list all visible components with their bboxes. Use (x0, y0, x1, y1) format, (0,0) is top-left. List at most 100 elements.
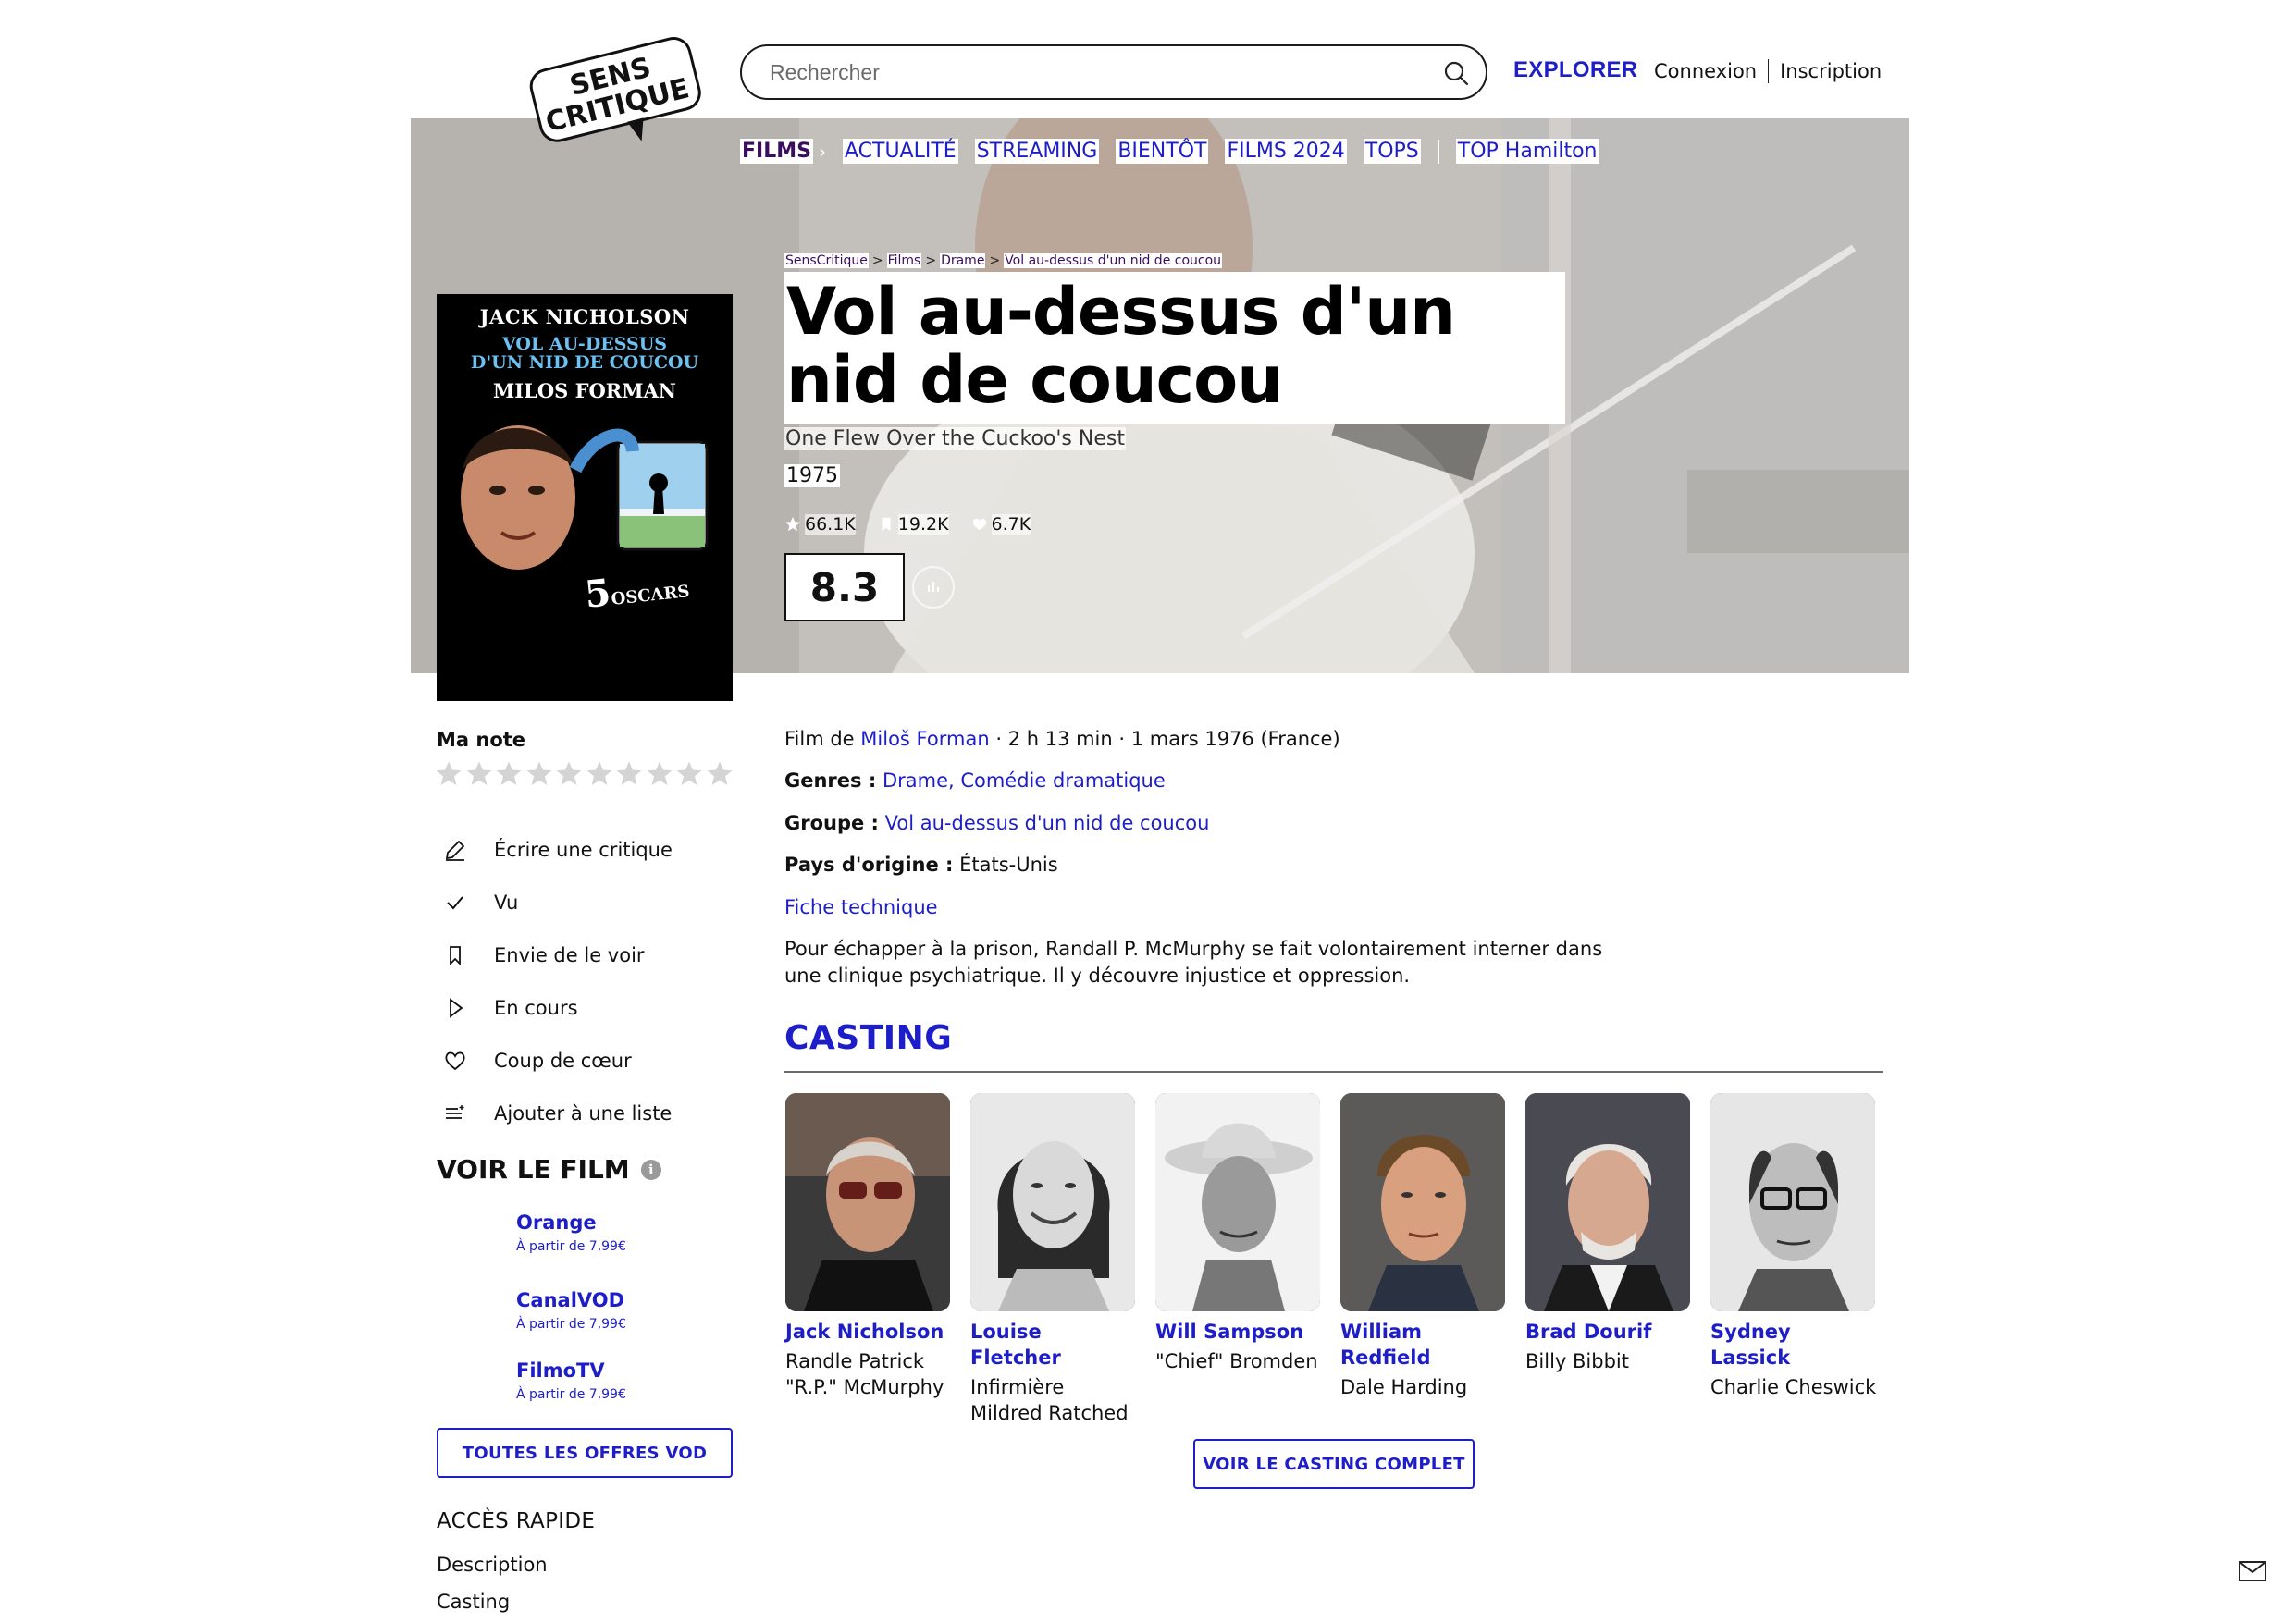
favorite-button[interactable]: Coup de cœur (442, 1034, 673, 1087)
all-vod-offers-button[interactable]: TOUTES LES OFFRES VOD (437, 1428, 733, 1478)
nav-item-streaming[interactable]: STREAMING (974, 139, 1100, 164)
tech-sheet-link[interactable]: Fiche technique (784, 896, 938, 918)
login-link[interactable]: Connexion (1654, 60, 1757, 82)
rating-distribution-button[interactable] (912, 566, 955, 609)
rating-star-icon[interactable] (675, 760, 703, 788)
rating-star-icon[interactable] (435, 760, 463, 788)
cast-photo[interactable] (1710, 1093, 1875, 1311)
page-title: Vol au-dessus d'un nid de coucou (786, 274, 1456, 418)
rating-star-icon[interactable] (465, 760, 493, 788)
quick-link-description[interactable]: Description (437, 1554, 548, 1576)
vod-name: FilmoTV (516, 1359, 605, 1382)
play-icon (442, 995, 468, 1021)
nav-item-actualite[interactable]: ACTUALITÉ (842, 139, 958, 164)
chevron-right-icon: › (818, 140, 826, 163)
cast-card[interactable]: Jack Nicholson Randle Patrick "R.P." McM… (785, 1093, 952, 1400)
info-icon[interactable]: i (640, 1159, 661, 1180)
cast-name[interactable]: Will Sampson (1155, 1319, 1322, 1345)
site-logo[interactable]: SENS CRITIQUE (518, 33, 712, 152)
stat-wishes: 19.2K (878, 514, 949, 535)
breadcrumb-item[interactable]: SensCritique (784, 253, 869, 268)
auth-links: Connexion Inscription (1654, 59, 1882, 83)
cast-role: Randle Patrick "R.P." McMurphy (785, 1350, 944, 1398)
cast-photo[interactable] (785, 1093, 950, 1311)
wishlist-button[interactable]: Envie de le voir (442, 928, 673, 981)
genres-links[interactable]: Drame, Comédie dramatique (883, 769, 1166, 792)
film-credits-line: Film de Miloš Forman · 2 h 13 min · 1 ma… (784, 728, 1340, 750)
original-title: One Flew Over the Cuckoo's Nest (784, 427, 1126, 450)
action-label: Ajouter à une liste (494, 1101, 673, 1125)
breadcrumb-item[interactable]: Drame (940, 253, 986, 268)
nav-item-top-hamilton[interactable]: TOP Hamilton (1455, 139, 1599, 164)
average-score[interactable]: 8.3 (784, 553, 905, 621)
vod-offer-orange[interactable]: Orange À partir de 7,99€ (516, 1211, 626, 1254)
cast-name[interactable]: Brad Dourif (1525, 1319, 1692, 1345)
rating-star-icon[interactable] (706, 760, 734, 788)
see-full-cast-button[interactable]: VOIR LE CASTING COMPLET (1193, 1439, 1475, 1489)
genres-line: Genres : Drame, Comédie dramatique (784, 769, 1166, 792)
stat-ratings-count: 66.1K (805, 514, 856, 535)
action-label: Écrire une critique (494, 838, 673, 861)
film-stats: 66.1K 19.2K 6.7K (784, 514, 1053, 535)
cast-name[interactable]: William Redfield (1340, 1319, 1507, 1371)
in-progress-button[interactable]: En cours (442, 981, 673, 1034)
nav-item-tops[interactable]: TOPS (1363, 139, 1421, 164)
nav-item-films-2024[interactable]: FILMS 2024 (1225, 139, 1347, 164)
search-bar[interactable] (740, 44, 1487, 100)
auth-separator (1768, 59, 1770, 83)
star-icon (784, 516, 801, 532)
mail-icon[interactable] (2239, 1561, 2266, 1581)
cast-role: Billy Bibbit (1525, 1350, 1629, 1372)
search-input[interactable] (770, 59, 1417, 85)
nav-item-films[interactable]: FILMS (740, 139, 813, 164)
stat-wishes-count: 19.2K (897, 514, 949, 535)
cast-photo[interactable] (1340, 1093, 1505, 1311)
quick-link-casting[interactable]: Casting (437, 1591, 510, 1613)
rating-star-icon[interactable] (646, 760, 673, 788)
bar-chart-icon (928, 582, 939, 592)
cast-photo[interactable] (970, 1093, 1135, 1311)
add-to-list-button[interactable]: Ajouter à une liste (442, 1087, 673, 1139)
breadcrumb: SensCritique > Films > Drame > Vol au-de… (784, 253, 1223, 268)
cast-name[interactable]: Louise Fletcher (970, 1319, 1137, 1371)
cast-card[interactable]: Brad Dourif Billy Bibbit (1525, 1093, 1692, 1374)
group-link[interactable]: Vol au-dessus d'un nid de coucou (885, 812, 1210, 834)
poster-actor: JACK NICHOLSON (479, 305, 690, 328)
my-rating-stars[interactable] (435, 760, 735, 788)
vod-price: À partir de 7,99€ (516, 1317, 626, 1332)
cast-name[interactable]: Jack Nicholson (785, 1319, 952, 1345)
action-label: Coup de cœur (494, 1049, 632, 1072)
cast-card[interactable]: William Redfield Dale Harding (1340, 1093, 1507, 1400)
film-poster[interactable]: JACK NICHOLSON VOL AU-DESSUS D'UN NID DE… (437, 294, 733, 701)
cast-photo[interactable] (1525, 1093, 1690, 1311)
rating-star-icon[interactable] (586, 760, 613, 788)
vod-offer-canalvod[interactable]: CanalVOD À partir de 7,99€ (516, 1289, 626, 1332)
stat-favorites: 6.7K (971, 514, 1031, 535)
cast-card[interactable]: Will Sampson "Chief" Bromden (1155, 1093, 1322, 1374)
explore-link[interactable]: EXPLORER (1513, 57, 1637, 83)
director-link[interactable]: Miloš Forman (860, 728, 989, 750)
breadcrumb-item[interactable]: Films (886, 253, 922, 268)
rating-star-icon[interactable] (555, 760, 583, 788)
write-review-button[interactable]: Écrire une critique (442, 823, 673, 876)
vod-offer-filmotv[interactable]: FilmoTV À partir de 7,99€ (516, 1359, 626, 1402)
cast-card[interactable]: Louise Fletcher Infirmière Mildred Ratch… (970, 1093, 1137, 1426)
nav-item-bientot[interactable]: BIENTÔT (1116, 139, 1209, 164)
cast-name[interactable]: Sydney Lassick (1710, 1319, 1877, 1371)
nav-separator (1437, 139, 1439, 164)
seen-button[interactable]: Vu (442, 876, 673, 928)
rating-star-icon[interactable] (615, 760, 643, 788)
rating-star-icon[interactable] (525, 760, 553, 788)
action-label: Vu (494, 891, 519, 914)
pencil-icon (442, 837, 468, 863)
cast-photo[interactable] (1155, 1093, 1320, 1311)
action-list: Écrire une critique Vu Envie de le voir … (442, 823, 673, 1139)
poster-oscars-label: OSCARS (610, 582, 691, 609)
search-icon[interactable] (1441, 58, 1471, 88)
cast-role: "Chief" Bromden (1155, 1350, 1318, 1372)
signup-link[interactable]: Inscription (1780, 60, 1882, 82)
rating-star-icon[interactable] (495, 760, 523, 788)
watch-title-text: VOIR LE FILM (437, 1154, 630, 1185)
cast-card[interactable]: Sydney Lassick Charlie Cheswick (1710, 1093, 1877, 1400)
film-meta: · 2 h 13 min · 1 mars 1976 (France) (995, 728, 1340, 750)
